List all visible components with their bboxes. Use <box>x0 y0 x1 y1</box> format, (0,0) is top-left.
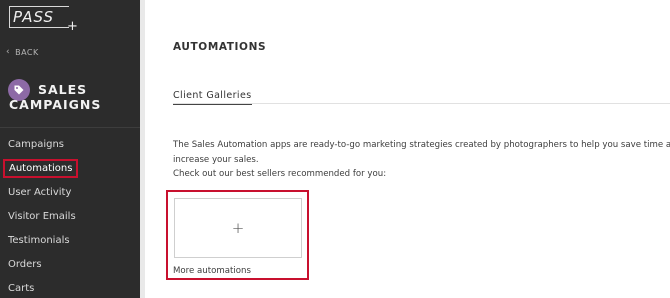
sidebar-item-visitor-emails[interactable]: Visitor Emails <box>8 211 76 222</box>
sidebar-item-campaigns[interactable]: Campaigns <box>8 139 64 150</box>
logo-text: PASS <box>13 8 55 26</box>
description-line: Check out our best sellers recommended f… <box>173 169 387 179</box>
app-window: PASS + ‹ BACK SALES CAMPAIGNS Campaigns … <box>0 0 670 298</box>
sidebar: PASS + ‹ BACK SALES CAMPAIGNS Campaigns … <box>0 0 140 298</box>
description-line: The Sales Automation apps are ready-to-g… <box>173 140 670 150</box>
sidebar-item-testimonials[interactable]: Testimonials <box>8 235 70 246</box>
page-title: AUTOMATIONS <box>173 41 267 53</box>
add-automation-card[interactable]: + <box>174 198 302 258</box>
plus-icon: + <box>231 219 245 237</box>
chevron-left-icon: ‹ <box>6 47 11 57</box>
sidebar-item-orders[interactable]: Orders <box>8 259 42 270</box>
more-automations-link[interactable]: More automations <box>173 266 251 276</box>
back-label: BACK <box>15 47 39 57</box>
description-line: increase your sales. <box>173 154 259 165</box>
section-title: SALES <box>38 82 88 97</box>
back-link[interactable]: ‹ BACK <box>6 47 39 57</box>
section-title-line2: CAMPAIGNS <box>9 97 102 112</box>
sidebar-divider <box>0 127 140 128</box>
logo-plus-icon: + <box>67 19 78 34</box>
sidebar-edge <box>140 0 145 298</box>
tab-client-galleries[interactable]: Client Galleries <box>173 90 252 105</box>
sidebar-item-automations[interactable]: Automations <box>3 159 79 178</box>
pass-logo[interactable]: PASS + <box>9 6 78 34</box>
sidebar-item-carts[interactable]: Carts <box>8 283 34 294</box>
description: The Sales Automation apps are ready-to-g… <box>173 138 670 182</box>
sidebar-item-user-activity[interactable]: User Activity <box>8 187 71 198</box>
